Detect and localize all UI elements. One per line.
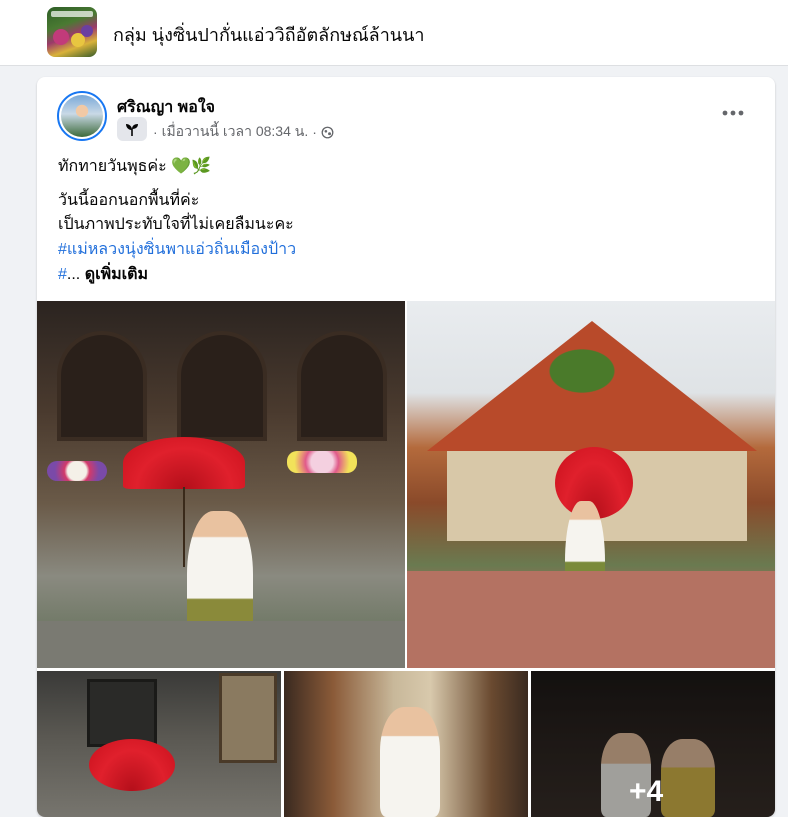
- red-umbrella: [123, 437, 245, 489]
- window-arch: [57, 331, 147, 441]
- window-arch: [297, 331, 387, 441]
- flower-pot: [287, 451, 357, 473]
- meta-separator: ·: [312, 124, 317, 140]
- post-card: ศริณญา พอใจ · เมื่อวานนี้ เวลา 08:34 น. …: [37, 77, 775, 817]
- window-shutter: [87, 679, 157, 747]
- palm-tree: [537, 341, 627, 401]
- post-text-line: #... ดูเพิ่มเติม: [58, 265, 758, 285]
- see-more-link[interactable]: ดูเพิ่มเติม: [85, 266, 148, 283]
- post-meta: · เมื่อวานนี้ เวลา 08:34 น. ·: [153, 121, 334, 143]
- window-arch: [177, 331, 267, 441]
- group-title[interactable]: กลุ่ม นุ่งซิ่นปากั่นแอ่ววิถีอัตลักษณ์ล้า…: [113, 20, 425, 49]
- post-photo[interactable]: [37, 671, 281, 817]
- post-photo[interactable]: [37, 301, 405, 668]
- hashtag-link[interactable]: #: [58, 266, 67, 283]
- new-member-sprout-icon[interactable]: [117, 117, 147, 141]
- post-photo[interactable]: [407, 301, 775, 668]
- meta-separator: ·: [153, 124, 158, 140]
- post-photo-more[interactable]: +4: [531, 671, 775, 817]
- person-figure: [380, 707, 440, 817]
- post-text-line: วันนี้ออกนอกพื้นที่ค่ะ: [58, 192, 200, 209]
- red-umbrella: [89, 739, 175, 791]
- more-options-icon[interactable]: [717, 103, 749, 123]
- carved-window: [219, 673, 277, 763]
- flower-decor: [53, 29, 69, 45]
- post-text-line: ทักทายวันพุธค่ะ 💚🌿: [58, 158, 211, 175]
- group-thumbnail-caption: [51, 11, 93, 17]
- post-timestamp[interactable]: เมื่อวานนี้ เวลา 08:34 น.: [162, 121, 309, 143]
- post-photo[interactable]: [284, 671, 528, 817]
- post-text-line: เป็นภาพประทับใจที่ไม่เคยลืมนะคะ: [58, 216, 294, 233]
- group-header: กลุ่ม นุ่งซิ่นปากั่นแอ่ววิถีอัตลักษณ์ล้า…: [0, 0, 788, 66]
- ground: [37, 621, 405, 668]
- flower-pot: [47, 461, 107, 481]
- hashtag-link[interactable]: #แม่หลวงนุ่งซิ่นพาแอ่วถิ่นเมืองป้าว: [58, 240, 758, 260]
- ellipsis-text: ...: [66, 266, 81, 283]
- umbrella-pole: [183, 487, 185, 567]
- globe-icon[interactable]: [321, 126, 334, 139]
- ellipsis-icon: [722, 110, 744, 116]
- author-avatar[interactable]: [57, 91, 107, 141]
- group-thumbnail[interactable]: [47, 7, 97, 57]
- avatar-image: [61, 95, 103, 137]
- flower-decor: [81, 25, 93, 37]
- sprout-icon: [126, 124, 138, 136]
- brick-ground: [407, 571, 775, 668]
